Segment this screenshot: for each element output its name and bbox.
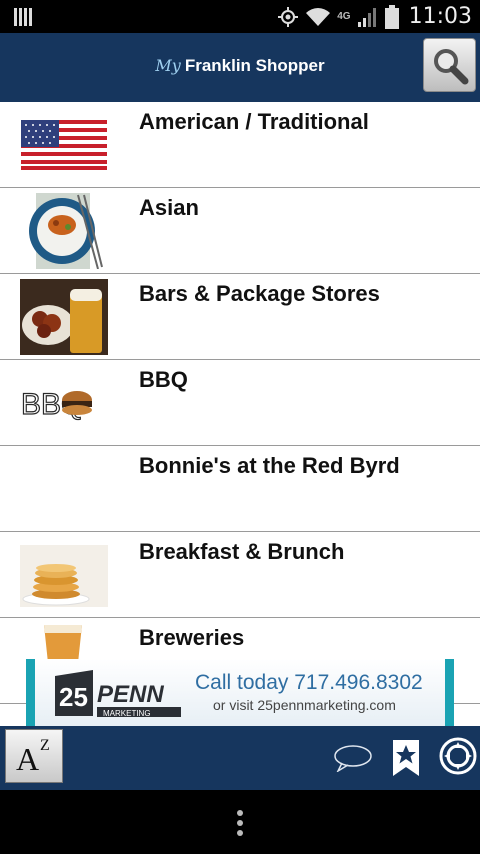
search-button[interactable] — [423, 38, 476, 92]
signal-icon — [357, 7, 376, 27]
list-item-label: Breweries — [139, 625, 245, 650]
app-header: My Franklin Shopper — [0, 33, 480, 102]
chat-bubble-icon[interactable] — [333, 744, 373, 772]
status-bar: 4G 11:03 — [0, 0, 480, 33]
system-nav-bar — [0, 790, 480, 854]
list-item-label: Bonnie's at the Red Byrd — [139, 453, 400, 478]
list-item[interactable]: American / Traditional — [0, 102, 480, 188]
clock: 11:03 — [408, 4, 472, 29]
magnifier-icon — [434, 49, 469, 85]
us-flag-image — [21, 120, 107, 170]
bbq-logo-image: BBQ — [20, 387, 92, 422]
pancakes-image — [20, 545, 108, 607]
25penn-marketing-logo: 25 PENN MARKETING — [55, 670, 181, 718]
app-logo: My Franklin Shopper — [0, 56, 480, 76]
list-item-label: Breakfast & Brunch — [139, 539, 345, 564]
az-sup-letter: Z — [40, 737, 50, 754]
logo-prefix: My — [155, 56, 181, 75]
list-item[interactable]: Bars & Package Stores — [0, 274, 480, 360]
list-item[interactable]: Breakfast & Brunch — [0, 532, 480, 618]
battery-icon — [384, 4, 399, 29]
bottom-toolbar: A Z — [0, 726, 480, 790]
list-item-label: Bars & Package Stores — [139, 281, 380, 306]
list-item-label: BBQ — [139, 367, 188, 392]
compass-icon[interactable] — [438, 736, 478, 776]
list-item[interactable]: BBQ BBQ — [0, 360, 480, 446]
category-list: American / Traditional Asian Bars & Pack… — [0, 102, 480, 726]
list-item[interactable]: Bonnie's at the Red Byrd — [0, 446, 480, 532]
svg-text:MARKETING: MARKETING — [103, 709, 151, 718]
notification-icon — [14, 8, 34, 26]
rice-bowl-image — [29, 193, 103, 269]
bookmark-star-icon[interactable] — [391, 738, 421, 778]
svg-text:25: 25 — [59, 682, 88, 712]
location-icon — [278, 6, 299, 27]
list-item-label: American / Traditional — [139, 109, 369, 134]
logo-text: Franklin Shopper — [184, 56, 325, 75]
wings-and-beer-image — [20, 279, 108, 355]
az-main-letter: A — [16, 741, 40, 777]
overflow-menu-icon[interactable] — [237, 810, 243, 836]
ad-banner[interactable]: 25 PENN MARKETING Call today 717.496.830… — [26, 659, 454, 726]
ad-headline: Call today 717.496.8302 — [195, 671, 423, 694]
wifi-icon — [306, 7, 331, 26]
svg-text:PENN: PENN — [97, 681, 164, 708]
list-item[interactable]: Asian — [0, 188, 480, 274]
alphabetical-sort-button[interactable]: A Z — [5, 729, 63, 783]
network-type: 4G — [337, 11, 351, 22]
list-item-label: Asian — [139, 195, 199, 220]
ad-subline: or visit 25pennmarketing.com — [213, 697, 396, 713]
